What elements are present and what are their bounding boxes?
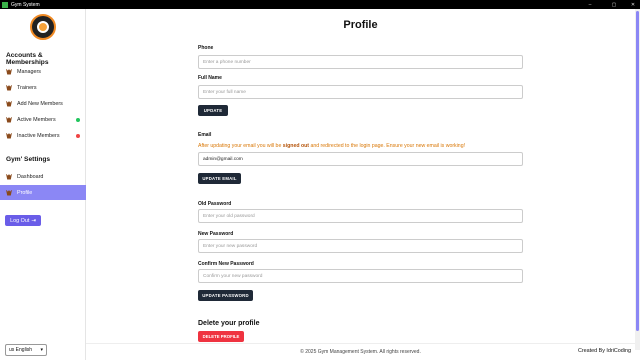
app-icon (2, 1, 8, 8)
sidebar-item-add-new-members[interactable]: Add New Members (0, 96, 86, 111)
bull-icon (6, 132, 12, 139)
page-title: Profile (343, 19, 378, 31)
sidebar-item-trainers[interactable]: Trainers (0, 80, 86, 95)
logout-button[interactable]: Log Out ⇥ (5, 215, 41, 226)
confirm-password-input[interactable]: Confirm your new password (198, 269, 523, 283)
window-title: Gym System (11, 1, 40, 8)
footer: © 2025 Gym Management System. All rights… (86, 343, 635, 360)
logout-label: Log Out (10, 217, 30, 224)
window-titlebar: Gym System – ▢ ✕ (0, 0, 640, 9)
gym-logo (30, 14, 56, 40)
sidebar-item-label: Dashboard (17, 173, 44, 180)
section-title-settings: Gym' Settings (6, 156, 51, 163)
delete-profile-title: Delete your profile (198, 320, 260, 327)
sidebar-item-label: Managers (17, 68, 41, 75)
scrollbar-thumb[interactable] (636, 11, 639, 331)
bull-icon (6, 100, 12, 107)
new-password-label: New Password (198, 231, 234, 237)
language-select[interactable]: us English ▾ (5, 344, 47, 356)
bull-icon (6, 173, 12, 180)
bull-icon (6, 68, 12, 75)
status-dot-red (76, 133, 80, 138)
bull-icon (6, 84, 12, 91)
fullname-label: Full Name (198, 75, 222, 81)
maximize-button[interactable]: ▢ (607, 0, 621, 9)
fullname-input[interactable]: Enter your full name (198, 85, 523, 99)
old-password-input[interactable]: Enter your old password (198, 209, 523, 223)
language-value: us English (9, 347, 33, 353)
update-email-button[interactable]: UPDATE EMAIL (198, 173, 241, 184)
email-input[interactable]: admin@gmail.com (198, 152, 523, 166)
phone-input[interactable]: Enter a phone number (198, 55, 523, 69)
minimize-button[interactable]: – (583, 0, 597, 9)
sidebar-item-profile[interactable]: Profile (0, 185, 86, 200)
confirm-password-label: Confirm New Password (198, 261, 254, 267)
close-button[interactable]: ✕ (626, 0, 640, 9)
status-dot-green (76, 117, 80, 122)
delete-profile-button[interactable]: DELETE PROFILE (198, 331, 244, 342)
new-password-input[interactable]: Enter your new password (198, 239, 523, 253)
sidebar-item-label: Add New Members (17, 100, 63, 107)
email-warning: After updating your email you will be si… (198, 143, 466, 149)
phone-label: Phone (198, 45, 214, 51)
bull-icon (6, 116, 12, 123)
update-button[interactable]: UPDATE (198, 105, 228, 116)
update-password-button[interactable]: UPDATE PASSWORD (198, 290, 253, 301)
chevron-down-icon: ▾ (40, 347, 43, 353)
sidebar-item-active-members[interactable]: Active Members (0, 112, 86, 127)
sidebar-item-inactive-members[interactable]: Inactive Members (0, 128, 86, 143)
bull-icon (6, 189, 12, 196)
logout-icon: ⇥ (31, 217, 36, 224)
footer-credit: Created By IdriCoding (577, 348, 631, 354)
footer-copyright: © 2025 Gym Management System. All rights… (300, 349, 421, 355)
sidebar-item-managers[interactable]: Managers (0, 64, 86, 79)
sidebar-item-label: Profile (17, 189, 33, 196)
old-password-label: Old Password (198, 201, 232, 207)
email-label: Email (198, 132, 212, 138)
profile-page: Profile Phone Enter a phone number Full … (86, 9, 635, 350)
sidebar: Accounts & Memberships Managers Trainers… (0, 9, 86, 360)
sidebar-item-label: Inactive Members (17, 132, 60, 139)
sidebar-item-label: Trainers (17, 84, 37, 91)
sidebar-item-label: Active Members (17, 116, 56, 123)
scrollbar[interactable] (635, 9, 640, 350)
sidebar-item-dashboard[interactable]: Dashboard (0, 169, 86, 184)
